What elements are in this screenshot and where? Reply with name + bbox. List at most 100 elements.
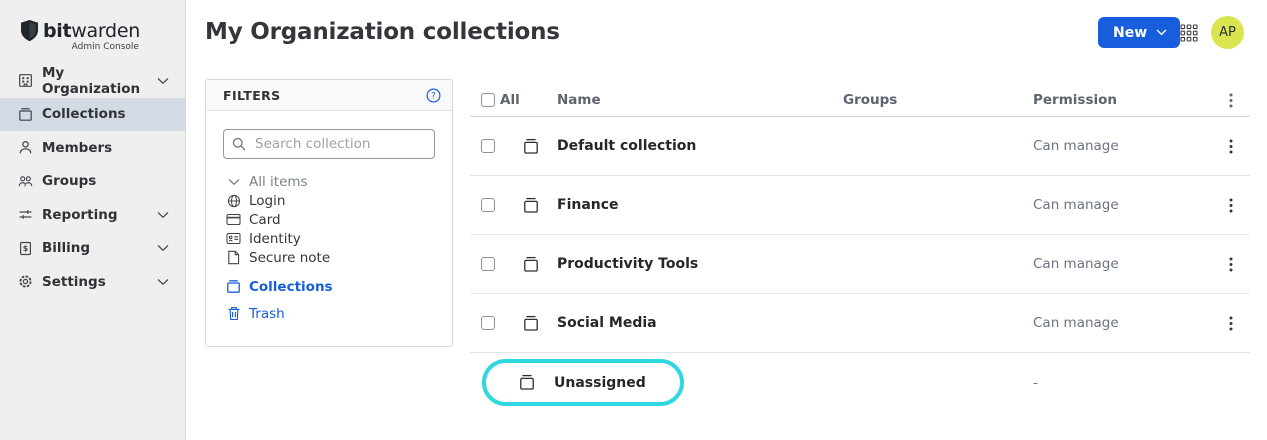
collections-table: All Name Groups Permission Default colle…: [470, 84, 1250, 412]
filter-label: Trash: [249, 306, 285, 322]
sidebar-item-groups[interactable]: Groups: [0, 165, 185, 199]
sidebar-item-reporting[interactable]: Reporting: [0, 198, 185, 232]
column-header-name: Name: [557, 92, 843, 108]
table-row[interactable]: Social Media Can manage: [470, 294, 1250, 353]
sidebar-item-members[interactable]: Members: [0, 131, 185, 165]
collection-permission: -: [1033, 375, 1038, 391]
reporting-icon: [18, 207, 33, 222]
sidebar-item-label: Settings: [42, 274, 106, 290]
filter-label: Identity: [249, 231, 301, 247]
collection-permission: Can manage: [1033, 315, 1223, 331]
logo-text: bitwarden Admin Console: [43, 20, 140, 52]
svg-text:$: $: [23, 244, 29, 253]
filter-secure-note[interactable]: Secure note: [206, 248, 452, 267]
search-icon: [232, 137, 246, 151]
row-options-icon[interactable]: [1225, 255, 1237, 274]
chevron-down-icon: [226, 174, 241, 189]
collection-icon: [522, 315, 557, 332]
sidebar-item-label: Collections: [42, 106, 126, 122]
sidebar-item-label: My Organization: [42, 65, 148, 97]
settings-icon: [18, 274, 33, 289]
filter-login[interactable]: Login: [206, 191, 452, 210]
sidebar-nav: My Organization Collections Members: [0, 64, 185, 299]
logo-subtitle: Admin Console: [43, 42, 140, 52]
avatar[interactable]: AP: [1211, 16, 1244, 49]
sidebar-item-collections[interactable]: Collections: [0, 98, 185, 132]
search-collection-input[interactable]: [223, 129, 435, 159]
globe-icon: [226, 193, 241, 208]
column-header-permission: Permission: [1033, 92, 1223, 108]
billing-icon: $: [18, 241, 33, 256]
sidebar-item-billing[interactable]: $ Billing: [0, 232, 185, 266]
row-options-icon[interactable]: [1225, 137, 1237, 156]
filters-header: FILTERS ?: [206, 80, 452, 111]
groups-icon: [18, 174, 33, 189]
row-checkbox[interactable]: [481, 257, 495, 271]
sidebar-item-my-organization[interactable]: My Organization: [0, 64, 185, 98]
table-header-row: All Name Groups Permission: [470, 84, 1250, 117]
svg-text:?: ?: [431, 91, 436, 101]
app-switcher-icon[interactable]: [1180, 24, 1198, 42]
row-options-icon[interactable]: [1225, 314, 1237, 333]
sidebar: bitwarden Admin Console My Organization …: [0, 0, 186, 440]
table-row[interactable]: Default collection Can manage: [470, 117, 1250, 176]
organization-icon: [18, 73, 33, 88]
collection-name[interactable]: Productivity Tools: [557, 256, 843, 272]
chevron-down-icon[interactable]: [157, 278, 169, 286]
collection-name[interactable]: Default collection: [557, 138, 843, 154]
filter-trash-link[interactable]: Trash: [206, 304, 452, 323]
collection-icon: [522, 256, 557, 273]
filter-label: Collections: [249, 279, 333, 295]
column-header-groups: Groups: [843, 92, 1033, 108]
filter-label: Secure note: [249, 250, 330, 266]
filters-title: FILTERS: [223, 88, 281, 103]
collection-permission: Can manage: [1033, 197, 1223, 213]
table-options-icon[interactable]: [1225, 91, 1237, 110]
filter-list: All items Login Card Identity: [206, 172, 452, 323]
chevron-down-icon: [1156, 29, 1167, 36]
logo-bit: bit: [43, 20, 71, 42]
collection-permission: Can manage: [1033, 138, 1223, 154]
row-checkbox[interactable]: [481, 198, 495, 212]
collection-permission: Can manage: [1033, 256, 1223, 272]
card-icon: [226, 212, 241, 227]
identity-icon: [226, 231, 241, 246]
row-checkbox[interactable]: [481, 139, 495, 153]
chevron-down-icon[interactable]: [157, 244, 169, 252]
row-options-icon[interactable]: [1225, 196, 1237, 215]
filters-panel: FILTERS ? All items Login: [205, 79, 453, 347]
shield-icon: [21, 20, 38, 52]
table-row-unassigned[interactable]: Unassigned -: [470, 353, 1250, 412]
select-all-label: All: [500, 92, 557, 108]
filter-identity[interactable]: Identity: [206, 229, 452, 248]
collection-icon: [226, 279, 241, 294]
filter-label: All items: [249, 174, 308, 190]
collection-icon: [522, 197, 557, 214]
sidebar-item-label: Reporting: [42, 207, 118, 223]
table-row[interactable]: Finance Can manage: [470, 176, 1250, 235]
help-icon[interactable]: ?: [426, 88, 441, 103]
collection-name[interactable]: Social Media: [557, 315, 843, 331]
collection-name[interactable]: Finance: [557, 197, 843, 213]
chevron-down-icon[interactable]: [157, 211, 169, 219]
member-icon: [18, 140, 33, 155]
filter-label: Login: [249, 193, 285, 209]
filter-all-items[interactable]: All items: [206, 172, 452, 191]
chevron-down-icon[interactable]: [157, 77, 169, 85]
table-row[interactable]: Productivity Tools Can manage: [470, 235, 1250, 294]
bitwarden-logo: bitwarden Admin Console: [21, 20, 140, 52]
note-icon: [226, 250, 241, 265]
filter-collections-link[interactable]: Collections: [206, 277, 452, 296]
collection-name[interactable]: Unassigned: [554, 375, 646, 391]
sidebar-item-settings[interactable]: Settings: [0, 265, 185, 299]
filter-card[interactable]: Card: [206, 210, 452, 229]
select-all-checkbox[interactable]: [481, 93, 495, 107]
sidebar-item-label: Members: [42, 140, 112, 156]
new-button[interactable]: New: [1098, 17, 1180, 48]
new-button-label: New: [1113, 25, 1147, 41]
logo-warden: warden: [71, 20, 140, 42]
sidebar-item-label: Groups: [42, 173, 96, 189]
row-checkbox[interactable]: [481, 316, 495, 330]
sidebar-item-label: Billing: [42, 240, 90, 256]
trash-icon: [226, 306, 241, 321]
